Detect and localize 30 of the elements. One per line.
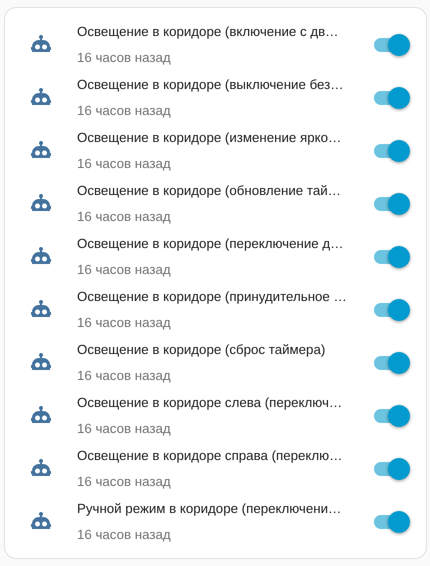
last-triggered-time: 16 часов назад bbox=[77, 366, 171, 384]
toggle-switch[interactable] bbox=[372, 246, 410, 268]
automation-name[interactable]: Освещение в коридоре (сброс таймера) bbox=[77, 340, 326, 358]
automation-name[interactable]: Освещение в коридоре (переключение д… bbox=[77, 234, 344, 252]
last-triggered-time: 16 часов назад bbox=[77, 526, 171, 544]
last-triggered-time: 16 часов назад bbox=[77, 260, 171, 278]
automation-name[interactable]: Освещение в коридоре (изменение ярко… bbox=[77, 128, 342, 146]
automation-name[interactable]: Освещение в коридоре (обновление тай… bbox=[77, 180, 341, 200]
automation-name[interactable]: Освещение в коридоре (включение с дв… bbox=[77, 22, 338, 40]
last-triggered-time: 16 часов назад bbox=[77, 208, 171, 226]
automation-name[interactable]: Освещение в коридоре (выключение без… bbox=[77, 74, 344, 94]
last-triggered-time: 16 часов назад bbox=[77, 154, 171, 172]
last-triggered-time: 16 часов назад bbox=[77, 48, 171, 66]
automation-name[interactable]: Освещение в коридоре слева (переключ… bbox=[77, 392, 342, 412]
toggle-switch[interactable] bbox=[372, 86, 410, 108]
last-triggered-time: 16 часов назад bbox=[77, 314, 171, 332]
toggle-switch[interactable] bbox=[372, 352, 410, 374]
toggle-switch[interactable] bbox=[372, 192, 410, 214]
toggle-switch[interactable] bbox=[372, 510, 410, 532]
automation-name[interactable]: Ручной режим в коридоре (переключени… bbox=[77, 498, 342, 518]
toggle-switch[interactable] bbox=[372, 34, 410, 56]
automation-name[interactable]: Освещение в коридоре справа (переклю… bbox=[77, 446, 342, 464]
toggle-switch[interactable] bbox=[372, 404, 410, 426]
automation-name[interactable]: Освещение в коридоре (принудительное … bbox=[77, 286, 347, 306]
toggle-switch[interactable] bbox=[372, 140, 410, 162]
last-triggered-time: 16 часов назад bbox=[77, 420, 171, 438]
toggle-switch[interactable] bbox=[372, 458, 410, 480]
toggle-switch[interactable] bbox=[372, 298, 410, 320]
last-triggered-time: 16 часов назад bbox=[77, 472, 171, 490]
last-triggered-time: 16 часов назад bbox=[77, 102, 171, 120]
